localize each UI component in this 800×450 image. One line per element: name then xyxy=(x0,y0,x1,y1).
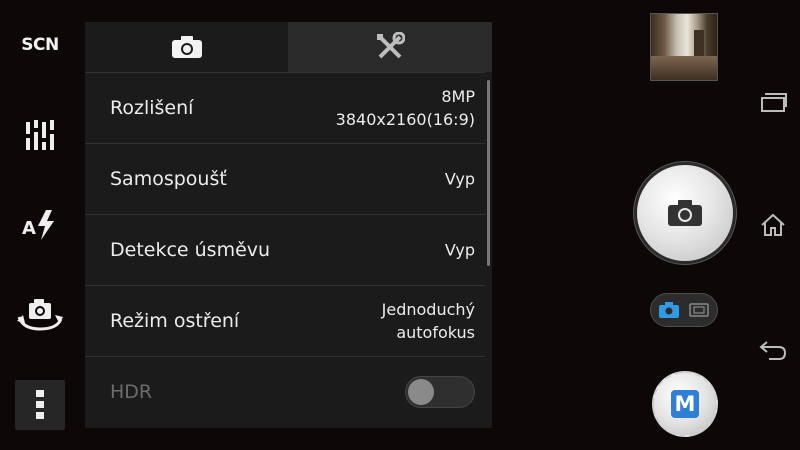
settings-list: Rozlišení 8MP 3840x2160(16:9) Samospoušť… xyxy=(85,72,485,427)
video-mode[interactable] xyxy=(687,299,711,321)
sliders-icon xyxy=(24,120,56,150)
settings-scrollbar[interactable] xyxy=(487,80,490,266)
scene-label: SCN xyxy=(21,35,59,55)
switch-camera-icon xyxy=(17,299,63,331)
setting-value: Vyp xyxy=(444,169,475,189)
recent-apps-icon xyxy=(761,93,787,112)
settings-panel: Rozlišení 8MP 3840x2160(16:9) Samospoušť… xyxy=(85,22,492,428)
setting-value: 8MP 3840x2160(16:9) xyxy=(336,85,475,131)
setting-row-focus-mode[interactable]: Režim ostření Jednoduchý autofokus xyxy=(85,285,485,356)
scene-button[interactable]: SCN xyxy=(15,20,65,70)
back-icon xyxy=(759,341,787,360)
tab-camera-settings[interactable] xyxy=(85,22,288,72)
video-camera-icon xyxy=(689,303,709,317)
shutter-button[interactable] xyxy=(637,165,733,261)
setting-label: Rozlišení xyxy=(110,97,194,119)
home-button[interactable] xyxy=(757,209,789,241)
setting-value-line1: Jednoduchý xyxy=(381,300,475,319)
switch-camera-button[interactable] xyxy=(15,290,65,340)
back-button[interactable] xyxy=(757,333,789,365)
system-navigation-bar xyxy=(745,0,800,450)
setting-row-smile-detection[interactable]: Detekce úsměvu Vyp xyxy=(85,214,485,285)
thumbnail-image-floor xyxy=(651,56,717,80)
left-toolbar: SCN A xyxy=(0,0,80,450)
photo-mode[interactable] xyxy=(657,299,681,321)
photo-video-mode-switch[interactable] xyxy=(650,293,718,327)
manual-mode-button[interactable]: M xyxy=(652,371,718,437)
setting-row-hdr: HDR xyxy=(85,356,485,427)
tab-general-settings[interactable] xyxy=(288,22,492,72)
adjustments-button[interactable] xyxy=(15,110,65,160)
setting-row-self-timer[interactable]: Samospoušť Vyp xyxy=(85,143,485,214)
setting-value-line1: 8MP xyxy=(441,87,475,106)
setting-label: HDR xyxy=(110,381,153,403)
setting-value: Jednoduchý autofokus xyxy=(382,298,475,344)
recent-apps-button[interactable] xyxy=(757,86,789,118)
camera-icon xyxy=(171,36,202,58)
manual-mode-label: M xyxy=(671,390,699,418)
setting-value: Vyp xyxy=(444,240,475,260)
setting-label: Režim ostření xyxy=(110,310,240,332)
setting-value-line2: 3840x2160(16:9) xyxy=(335,110,475,129)
svg-text:A: A xyxy=(22,218,36,239)
auto-flash-icon: A xyxy=(22,210,54,240)
setting-label: Samospoušť xyxy=(110,168,227,190)
settings-tabs xyxy=(85,22,492,72)
wrench-screwdriver-icon xyxy=(377,32,405,59)
setting-row-resolution[interactable]: Rozlišení 8MP 3840x2160(16:9) xyxy=(85,72,485,143)
more-options-button[interactable] xyxy=(15,380,65,430)
home-icon xyxy=(761,213,785,236)
last-photo-thumbnail[interactable] xyxy=(650,13,718,81)
hdr-toggle[interactable] xyxy=(405,376,475,408)
setting-value-line2: autofokus xyxy=(396,323,475,342)
flash-mode-button[interactable]: A xyxy=(15,200,65,250)
toggle-knob xyxy=(408,379,434,405)
camera-icon xyxy=(659,302,679,318)
more-icon xyxy=(36,390,44,419)
setting-label: Detekce úsměvu xyxy=(110,239,271,261)
camera-icon xyxy=(668,200,702,226)
